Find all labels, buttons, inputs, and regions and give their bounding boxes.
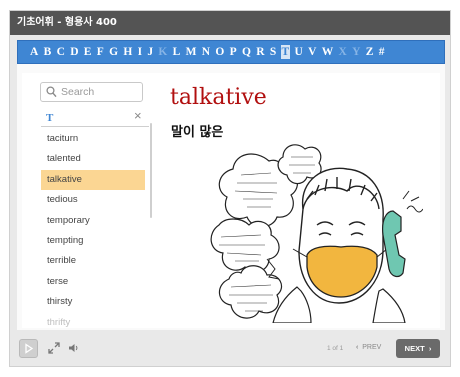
prev-button[interactable]: ‹ PREV (356, 344, 381, 351)
alphabet-letter-k: K (158, 46, 168, 58)
next-label: NEXT (404, 344, 425, 353)
window-title: 기초어휘 - 형용사 400 (10, 11, 450, 35)
prev-label: PREV (362, 344, 382, 351)
close-icon[interactable]: × (134, 109, 142, 123)
word-list-item[interactable]: temporary (41, 211, 145, 231)
filter-label: T (46, 112, 54, 124)
search-box[interactable] (40, 82, 143, 102)
alphabet-letter-e[interactable]: E (83, 45, 93, 59)
alphabet-letter-v[interactable]: V (307, 45, 317, 59)
alphabet-letter-hash[interactable]: # (378, 45, 386, 59)
chevron-right-icon: › (428, 344, 432, 353)
search-icon (46, 86, 57, 98)
word-list-item[interactable]: talented (41, 149, 145, 169)
alphabet-letter-x: X (338, 46, 347, 58)
talkative-illustration (210, 144, 423, 323)
alphabet-letter-a[interactable]: A (29, 45, 39, 59)
word-list-item[interactable]: thrifty (41, 313, 145, 328)
fullscreen-icon[interactable] (48, 342, 60, 354)
next-button[interactable]: NEXT › (396, 339, 440, 358)
alphabet-letter-z[interactable]: Z (365, 45, 375, 59)
word-list-item[interactable]: terrible (41, 251, 145, 271)
alphabet-letter-t[interactable]: T (280, 45, 291, 59)
divider (41, 126, 149, 127)
play-button[interactable] (19, 339, 38, 358)
alphabet-letter-d[interactable]: D (69, 45, 79, 59)
word-list-item[interactable]: tedious (41, 190, 145, 210)
word-list-item[interactable]: terse (41, 272, 145, 292)
alphabet-letter-i[interactable]: I (137, 45, 143, 59)
word-list: taciturn talented talkative tedious temporar… (41, 129, 145, 328)
alphabet-letter-f[interactable]: F (96, 45, 105, 59)
word-list-item[interactable]: taciturn (41, 129, 145, 149)
alphabet-letter-l[interactable]: L (172, 45, 182, 59)
alphabet-letter-b[interactable]: B (43, 45, 53, 59)
play-icon (25, 343, 34, 354)
player-window: 기초어휘 - 형용사 400 ABCDEFGHIJKLMNOPQRSTUVWXY… (9, 10, 451, 367)
alphabet-letter-u[interactable]: U (294, 45, 304, 59)
page-counter: 1 of 1 (327, 345, 344, 352)
alphabet-letter-n[interactable]: N (201, 45, 211, 59)
alphabet-letter-h[interactable]: H (122, 45, 133, 59)
alphabet-letter-g[interactable]: G (108, 45, 119, 59)
alphabet-letter-s[interactable]: S (269, 45, 277, 59)
alphabet-letter-j[interactable]: J (146, 45, 154, 59)
alphabet-bar: A B C D E F G H I J K L M N O P Q R S T U V W X Y Z # (17, 40, 445, 64)
alphabet-letter-w[interactable]: W (321, 45, 335, 59)
alphabet-letter-q[interactable]: Q (241, 45, 252, 59)
lesson-stage: ABCDEFGHIJKLMNOPQRSTUVWXYZ# T × taciturn… (17, 40, 445, 330)
alphabet-letter-o[interactable]: O (214, 45, 225, 59)
alphabet-letter-c[interactable]: C (56, 45, 66, 59)
alphabet-letter-y: Y (352, 46, 361, 58)
volume-icon[interactable] (68, 342, 80, 354)
scrollbar[interactable] (150, 123, 152, 218)
alphabet-letter-r[interactable]: R (255, 45, 265, 59)
word-list-item[interactable]: tempting (41, 231, 145, 251)
word-title: talkative (170, 85, 267, 110)
chevron-left-icon: ‹ (356, 344, 359, 351)
search-input[interactable] (61, 85, 139, 99)
word-meaning: 말이 많은 (171, 125, 224, 140)
player-controls: 1 of 1 ‹ PREV NEXT › (10, 333, 450, 366)
word-list-item[interactable]: talkative (41, 169, 145, 191)
alphabet-letter-p[interactable]: P (229, 45, 238, 59)
content-panel: T × taciturntalentedtalkativetedioustemp… (22, 73, 440, 328)
alphabet-letter-m[interactable]: M (185, 45, 198, 59)
word-list-item[interactable]: thirsty (41, 292, 145, 312)
